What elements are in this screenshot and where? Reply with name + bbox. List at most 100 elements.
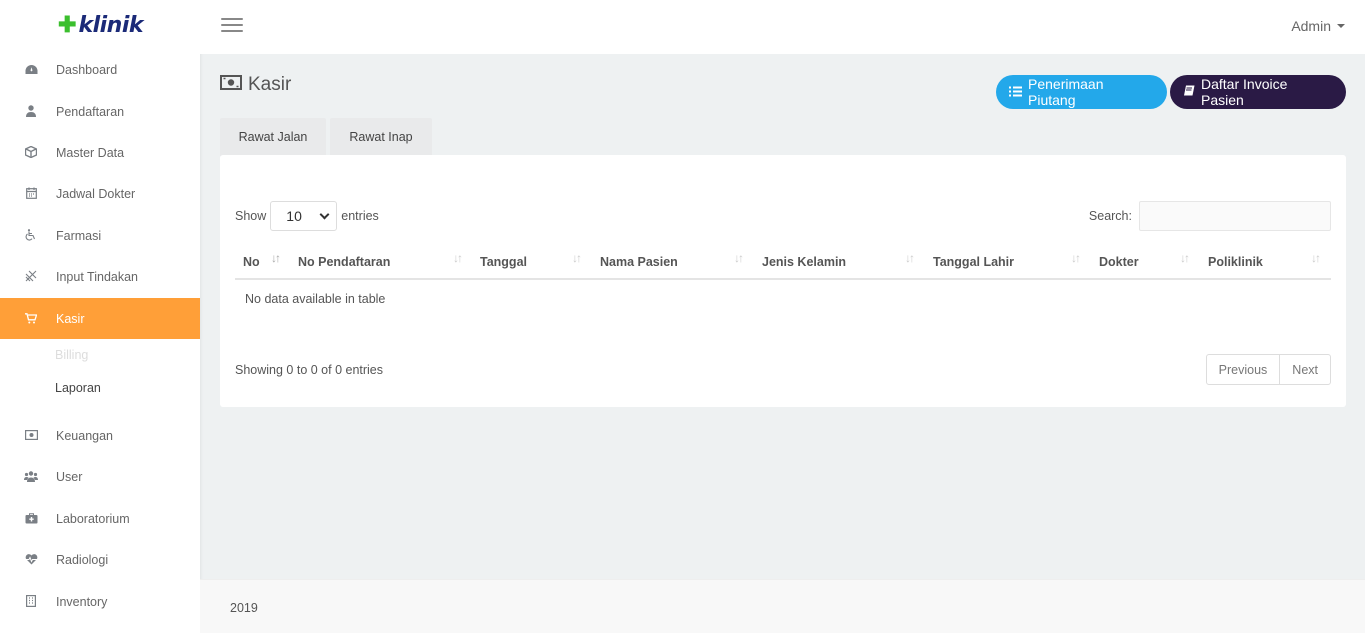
column-label: Poliklinik [1208, 254, 1263, 269]
user-menu[interactable]: Admin [1291, 18, 1345, 34]
sort-icon: ↓↑ [1071, 251, 1081, 265]
sidebar-item-label: Radiologi [56, 552, 109, 567]
cube-icon [24, 145, 38, 159]
column-header-tanggal-lahir[interactable]: Tanggal Lahir [933, 243, 1014, 280]
daftar-invoice-pasien-button[interactable]: Daftar Invoice Pasien [1170, 75, 1346, 109]
page-size-select[interactable]: 10 [270, 201, 338, 231]
column-header-poliklinik[interactable]: Poliklinik [1208, 243, 1263, 280]
sidebar-item-dashboard[interactable]: Dashboard [0, 49, 200, 90]
entries-label: entries [341, 209, 379, 223]
column-header-no-pendaftaran[interactable]: No Pendaftaran [298, 243, 390, 280]
money-icon [220, 74, 242, 96]
chevron-down-icon [319, 209, 330, 219]
column-label: Dokter [1099, 254, 1139, 269]
sidebar-item-label: Dashboard [56, 62, 118, 77]
menu-toggle-icon[interactable] [221, 18, 243, 32]
page-title: Kasir [220, 74, 291, 96]
sidebar-item-jadwal-dokter[interactable]: Jadwal Dokter [0, 173, 200, 214]
sidebar-subitem-laporan[interactable]: Laporan [55, 381, 101, 395]
user-name: Admin [1291, 18, 1331, 34]
sidebar-item-laboratorium[interactable]: Laboratorium [0, 498, 200, 539]
sidebar-item-farmasi[interactable]: Farmasi [0, 215, 200, 256]
sort-asc-icon: ↓↑ [271, 251, 281, 265]
tab-rawat-inap[interactable]: Rawat Inap [330, 118, 432, 156]
wheelchair-icon [24, 228, 38, 242]
column-label: Jenis Kelamin [762, 254, 847, 269]
table-card: Show 10 entries Search: No ↓↑ No Pendaft… [220, 155, 1346, 407]
column-label: No Pendaftaran [298, 254, 391, 269]
column-header-jenis-kelamin[interactable]: Jenis Kelamin [762, 243, 846, 280]
column-header-tanggal[interactable]: Tanggal [480, 243, 527, 280]
penerimaan-piutang-label: Penerimaan Piutang [1028, 76, 1104, 108]
column-label: Nama Pasien [600, 254, 678, 269]
list-icon [1009, 84, 1022, 100]
sidebar-item-label: Pendaftaran [56, 104, 125, 119]
sidebar-item-label: Jadwal Dokter [56, 186, 136, 201]
previous-button[interactable]: Previous [1207, 355, 1280, 384]
column-label: Tanggal [480, 254, 527, 269]
sort-icon: ↓↑ [572, 251, 582, 265]
sort-icon: ↓↑ [1180, 251, 1190, 265]
tab-rawat-jalan[interactable]: Rawat Jalan [220, 118, 326, 156]
sidebar-item-label: Master Data [56, 145, 125, 160]
sort-icon: ↓↑ [1311, 251, 1321, 265]
brand-name: klinik [78, 12, 143, 38]
sidebar-item-label: Laboratorium [56, 511, 130, 526]
daftar-invoice-pasien-label: Daftar Invoice Pasien [1201, 76, 1288, 108]
top-bar: Admin [200, 0, 1365, 54]
column-label: Tanggal Lahir [933, 254, 1015, 269]
sidebar-item-label: Farmasi [56, 228, 102, 243]
sort-icon: ↓↑ [453, 251, 463, 265]
sidebar-item-label: Inventory [56, 594, 108, 609]
sidebar-item-kasir[interactable]: Kasir [0, 298, 200, 339]
search-control: Search: [1089, 201, 1331, 231]
page-title-text: Kasir [248, 74, 292, 95]
heartbeat-icon [24, 552, 38, 566]
sidebar-item-label: User [56, 469, 83, 484]
sidebar-subitem-billing[interactable]: Billing [55, 348, 88, 362]
search-label: Search: [1088, 209, 1132, 223]
sidebar-item-radiologi[interactable]: Radiologi [0, 539, 200, 580]
sidebar-item-label: Input Tindakan [56, 269, 139, 284]
column-label: No [243, 254, 260, 269]
empty-table-message: No data available in table [245, 292, 386, 306]
logo[interactable]: ✚ klinik [0, 0, 200, 50]
column-header-no[interactable]: No [243, 243, 260, 280]
sidebar-item-master-data[interactable]: Master Data [0, 132, 200, 173]
sidebar-item-label: Kasir [56, 311, 85, 326]
search-input[interactable] [1139, 201, 1331, 231]
show-label: Show [235, 209, 267, 223]
pagination: Previous Next [1205, 354, 1331, 385]
footer-year: 2019 [230, 601, 258, 615]
stethoscope-icon [24, 269, 38, 283]
sort-icon: ↓↑ [734, 251, 744, 265]
money-icon [24, 428, 38, 442]
table-header: No ↓↑ No Pendaftaran ↓↑ Tanggal ↓↑ Nama … [235, 243, 1331, 280]
book-icon [1183, 84, 1195, 100]
sidebar: ✚ klinik Dashboard Pendaftaran Master Da… [0, 0, 200, 633]
calendar-icon [24, 186, 38, 200]
next-button[interactable]: Next [1279, 355, 1330, 384]
penerimaan-piutang-button[interactable]: Penerimaan Piutang [996, 75, 1167, 109]
sidebar-item-user[interactable]: User [0, 456, 200, 497]
column-header-nama-pasien[interactable]: Nama Pasien [600, 243, 678, 280]
footer: 2019 [200, 579, 1365, 633]
user-icon [24, 104, 38, 118]
sidebar-item-inventory[interactable]: Inventory [0, 581, 200, 622]
sidebar-item-label: Keuangan [56, 428, 114, 443]
tachometer-icon [24, 62, 38, 76]
cart-icon [24, 311, 38, 325]
users-icon [24, 469, 38, 483]
sort-icon: ↓↑ [905, 251, 915, 265]
page-size-value: 10 [286, 208, 302, 224]
plus-icon: ✚ [58, 12, 77, 37]
column-header-dokter[interactable]: Dokter [1099, 243, 1139, 280]
medkit-icon [24, 511, 38, 525]
building-icon [24, 594, 38, 608]
table-info: Showing 0 to 0 of 0 entries [235, 363, 384, 377]
sidebar-item-pendaftaran[interactable]: Pendaftaran [0, 91, 200, 132]
sidebar-item-input-tindakan[interactable]: Input Tindakan [0, 256, 200, 297]
page-size-control: Show 10 entries [235, 201, 379, 231]
sidebar-item-keuangan[interactable]: Keuangan [0, 415, 200, 456]
caret-down-icon [1337, 24, 1345, 28]
